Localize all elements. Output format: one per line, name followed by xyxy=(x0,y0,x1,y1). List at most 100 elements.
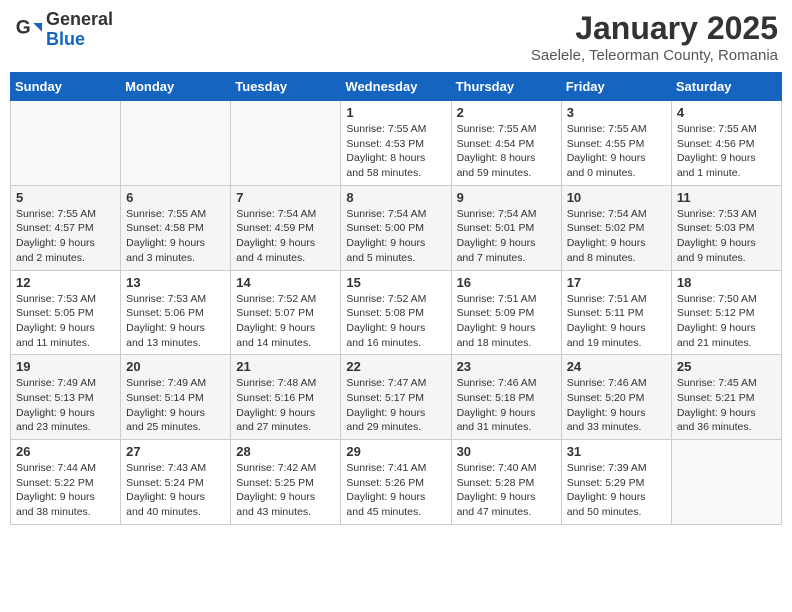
day-info: Sunrise: 7:55 AMSunset: 4:54 PMDaylight:… xyxy=(457,122,556,181)
calendar-cell: 21 Sunrise: 7:48 AMSunset: 5:16 PMDayligh… xyxy=(231,355,341,440)
calendar-cell: 30 Sunrise: 7:40 AMSunset: 5:28 PMDayligh… xyxy=(451,440,561,525)
logo-blue-text: Blue xyxy=(46,30,113,50)
day-number: 11 xyxy=(677,190,776,205)
calendar-cell: 5 Sunrise: 7:55 AMSunset: 4:57 PMDaylight… xyxy=(11,185,121,270)
day-number: 18 xyxy=(677,275,776,290)
day-number: 14 xyxy=(236,275,335,290)
day-number: 24 xyxy=(567,359,666,374)
calendar-cell: 14 Sunrise: 7:52 AMSunset: 5:07 PMDayligh… xyxy=(231,270,341,355)
day-number: 22 xyxy=(346,359,445,374)
weekday-header-wednesday: Wednesday xyxy=(341,73,451,101)
calendar-cell: 16 Sunrise: 7:51 AMSunset: 5:09 PMDayligh… xyxy=(451,270,561,355)
day-info: Sunrise: 7:54 AMSunset: 5:02 PMDaylight:… xyxy=(567,207,666,266)
day-info: Sunrise: 7:55 AMSunset: 4:57 PMDaylight:… xyxy=(16,207,115,266)
calendar-cell: 17 Sunrise: 7:51 AMSunset: 5:11 PMDayligh… xyxy=(561,270,671,355)
day-number: 12 xyxy=(16,275,115,290)
calendar-cell xyxy=(231,101,341,186)
day-number: 27 xyxy=(126,444,225,459)
calendar-cell xyxy=(11,101,121,186)
day-number: 7 xyxy=(236,190,335,205)
day-info: Sunrise: 7:52 AMSunset: 5:08 PMDaylight:… xyxy=(346,292,445,351)
calendar-cell: 26 Sunrise: 7:44 AMSunset: 5:22 PMDayligh… xyxy=(11,440,121,525)
calendar-cell: 1Sunrise: 7:55 AMSunset: 4:53 PMDaylight… xyxy=(341,101,451,186)
calendar-cell: 12 Sunrise: 7:53 AMSunset: 5:05 PMDayligh… xyxy=(11,270,121,355)
day-number: 29 xyxy=(346,444,445,459)
day-info: Sunrise: 7:55 AMSunset: 4:56 PMDaylight:… xyxy=(677,122,776,181)
calendar-cell: 10 Sunrise: 7:54 AMSunset: 5:02 PMDayligh… xyxy=(561,185,671,270)
logo: G General Blue xyxy=(14,10,113,50)
day-number: 3 xyxy=(567,105,666,120)
calendar-cell: 28Sunrise: 7:42 AMSunset: 5:25 PMDayligh… xyxy=(231,440,341,525)
location-text: Saelele, Teleorman County, Romania xyxy=(531,47,778,64)
day-number: 21 xyxy=(236,359,335,374)
calendar-cell: 23 Sunrise: 7:46 AMSunset: 5:18 PMDayligh… xyxy=(451,355,561,440)
calendar-cell xyxy=(671,440,781,525)
calendar-cell: 13Sunrise: 7:53 AMSunset: 5:06 PMDayligh… xyxy=(121,270,231,355)
day-info: Sunrise: 7:47 AMSunset: 5:17 PMDaylight:… xyxy=(346,376,445,435)
calendar-cell: 2 Sunrise: 7:55 AMSunset: 4:54 PMDaylight… xyxy=(451,101,561,186)
calendar-cell: 19Sunrise: 7:49 AMSunset: 5:13 PMDayligh… xyxy=(11,355,121,440)
day-info: Sunrise: 7:53 AMSunset: 5:03 PMDaylight:… xyxy=(677,207,776,266)
title-area: January 2025 Saelele, Teleorman County, … xyxy=(531,10,778,64)
svg-text:G: G xyxy=(16,17,31,38)
day-info: Sunrise: 7:49 AMSunset: 5:13 PMDaylight:… xyxy=(16,376,115,435)
day-number: 2 xyxy=(457,105,556,120)
day-info: Sunrise: 7:42 AMSunset: 5:25 PMDaylight:… xyxy=(236,461,335,520)
day-info: Sunrise: 7:55 AMSunset: 4:53 PMDaylight:… xyxy=(346,122,445,181)
day-info: Sunrise: 7:39 AMSunset: 5:29 PMDaylight:… xyxy=(567,461,666,520)
page-header: G General Blue January 2025 Saelele, Tel… xyxy=(10,10,782,64)
weekday-header-friday: Friday xyxy=(561,73,671,101)
day-info: Sunrise: 7:55 AMSunset: 4:58 PMDaylight:… xyxy=(126,207,225,266)
calendar-cell xyxy=(121,101,231,186)
calendar-cell: 22 Sunrise: 7:47 AMSunset: 5:17 PMDayligh… xyxy=(341,355,451,440)
day-number: 26 xyxy=(16,444,115,459)
day-number: 17 xyxy=(567,275,666,290)
day-number: 10 xyxy=(567,190,666,205)
calendar-cell: 25Sunrise: 7:45 AMSunset: 5:21 PMDayligh… xyxy=(671,355,781,440)
day-info: Sunrise: 7:50 AMSunset: 5:12 PMDaylight:… xyxy=(677,292,776,351)
calendar-week-row: 5 Sunrise: 7:55 AMSunset: 4:57 PMDaylight… xyxy=(11,185,782,270)
day-info: Sunrise: 7:40 AMSunset: 5:28 PMDaylight:… xyxy=(457,461,556,520)
calendar-cell: 3 Sunrise: 7:55 AMSunset: 4:55 PMDaylight… xyxy=(561,101,671,186)
day-number: 23 xyxy=(457,359,556,374)
month-title: January 2025 xyxy=(531,10,778,47)
day-info: Sunrise: 7:53 AMSunset: 5:05 PMDaylight:… xyxy=(16,292,115,351)
day-number: 15 xyxy=(346,275,445,290)
calendar-cell: 31 Sunrise: 7:39 AMSunset: 5:29 PMDayligh… xyxy=(561,440,671,525)
day-number: 16 xyxy=(457,275,556,290)
day-info: Sunrise: 7:48 AMSunset: 5:16 PMDaylight:… xyxy=(236,376,335,435)
calendar-week-row: 19Sunrise: 7:49 AMSunset: 5:13 PMDayligh… xyxy=(11,355,782,440)
calendar-week-row: 1Sunrise: 7:55 AMSunset: 4:53 PMDaylight… xyxy=(11,101,782,186)
day-number: 31 xyxy=(567,444,666,459)
weekday-header-thursday: Thursday xyxy=(451,73,561,101)
day-number: 30 xyxy=(457,444,556,459)
day-info: Sunrise: 7:51 AMSunset: 5:09 PMDaylight:… xyxy=(457,292,556,351)
day-info: Sunrise: 7:52 AMSunset: 5:07 PMDaylight:… xyxy=(236,292,335,351)
day-info: Sunrise: 7:46 AMSunset: 5:18 PMDaylight:… xyxy=(457,376,556,435)
day-info: Sunrise: 7:51 AMSunset: 5:11 PMDaylight:… xyxy=(567,292,666,351)
day-number: 4 xyxy=(677,105,776,120)
weekday-header-row: SundayMondayTuesdayWednesdayThursdayFrid… xyxy=(11,73,782,101)
day-info: Sunrise: 7:46 AMSunset: 5:20 PMDaylight:… xyxy=(567,376,666,435)
day-info: Sunrise: 7:55 AMSunset: 4:55 PMDaylight:… xyxy=(567,122,666,181)
day-number: 8 xyxy=(346,190,445,205)
calendar-cell: 29Sunrise: 7:41 AMSunset: 5:26 PMDayligh… xyxy=(341,440,451,525)
calendar-cell: 27 Sunrise: 7:43 AMSunset: 5:24 PMDayligh… xyxy=(121,440,231,525)
day-info: Sunrise: 7:49 AMSunset: 5:14 PMDaylight:… xyxy=(126,376,225,435)
day-number: 5 xyxy=(16,190,115,205)
calendar-week-row: 12 Sunrise: 7:53 AMSunset: 5:05 PMDayligh… xyxy=(11,270,782,355)
calendar-cell: 24 Sunrise: 7:46 AMSunset: 5:20 PMDayligh… xyxy=(561,355,671,440)
day-info: Sunrise: 7:54 AMSunset: 5:00 PMDaylight:… xyxy=(346,207,445,266)
day-number: 6 xyxy=(126,190,225,205)
day-info: Sunrise: 7:43 AMSunset: 5:24 PMDaylight:… xyxy=(126,461,225,520)
day-info: Sunrise: 7:53 AMSunset: 5:06 PMDaylight:… xyxy=(126,292,225,351)
day-number: 20 xyxy=(126,359,225,374)
day-info: Sunrise: 7:44 AMSunset: 5:22 PMDaylight:… xyxy=(16,461,115,520)
calendar-cell: 8 Sunrise: 7:54 AMSunset: 5:00 PMDaylight… xyxy=(341,185,451,270)
day-info: Sunrise: 7:54 AMSunset: 5:01 PMDaylight:… xyxy=(457,207,556,266)
calendar-cell: 4 Sunrise: 7:55 AMSunset: 4:56 PMDaylight… xyxy=(671,101,781,186)
weekday-header-sunday: Sunday xyxy=(11,73,121,101)
calendar-week-row: 26 Sunrise: 7:44 AMSunset: 5:22 PMDayligh… xyxy=(11,440,782,525)
weekday-header-saturday: Saturday xyxy=(671,73,781,101)
calendar-cell: 18 Sunrise: 7:50 AMSunset: 5:12 PMDayligh… xyxy=(671,270,781,355)
